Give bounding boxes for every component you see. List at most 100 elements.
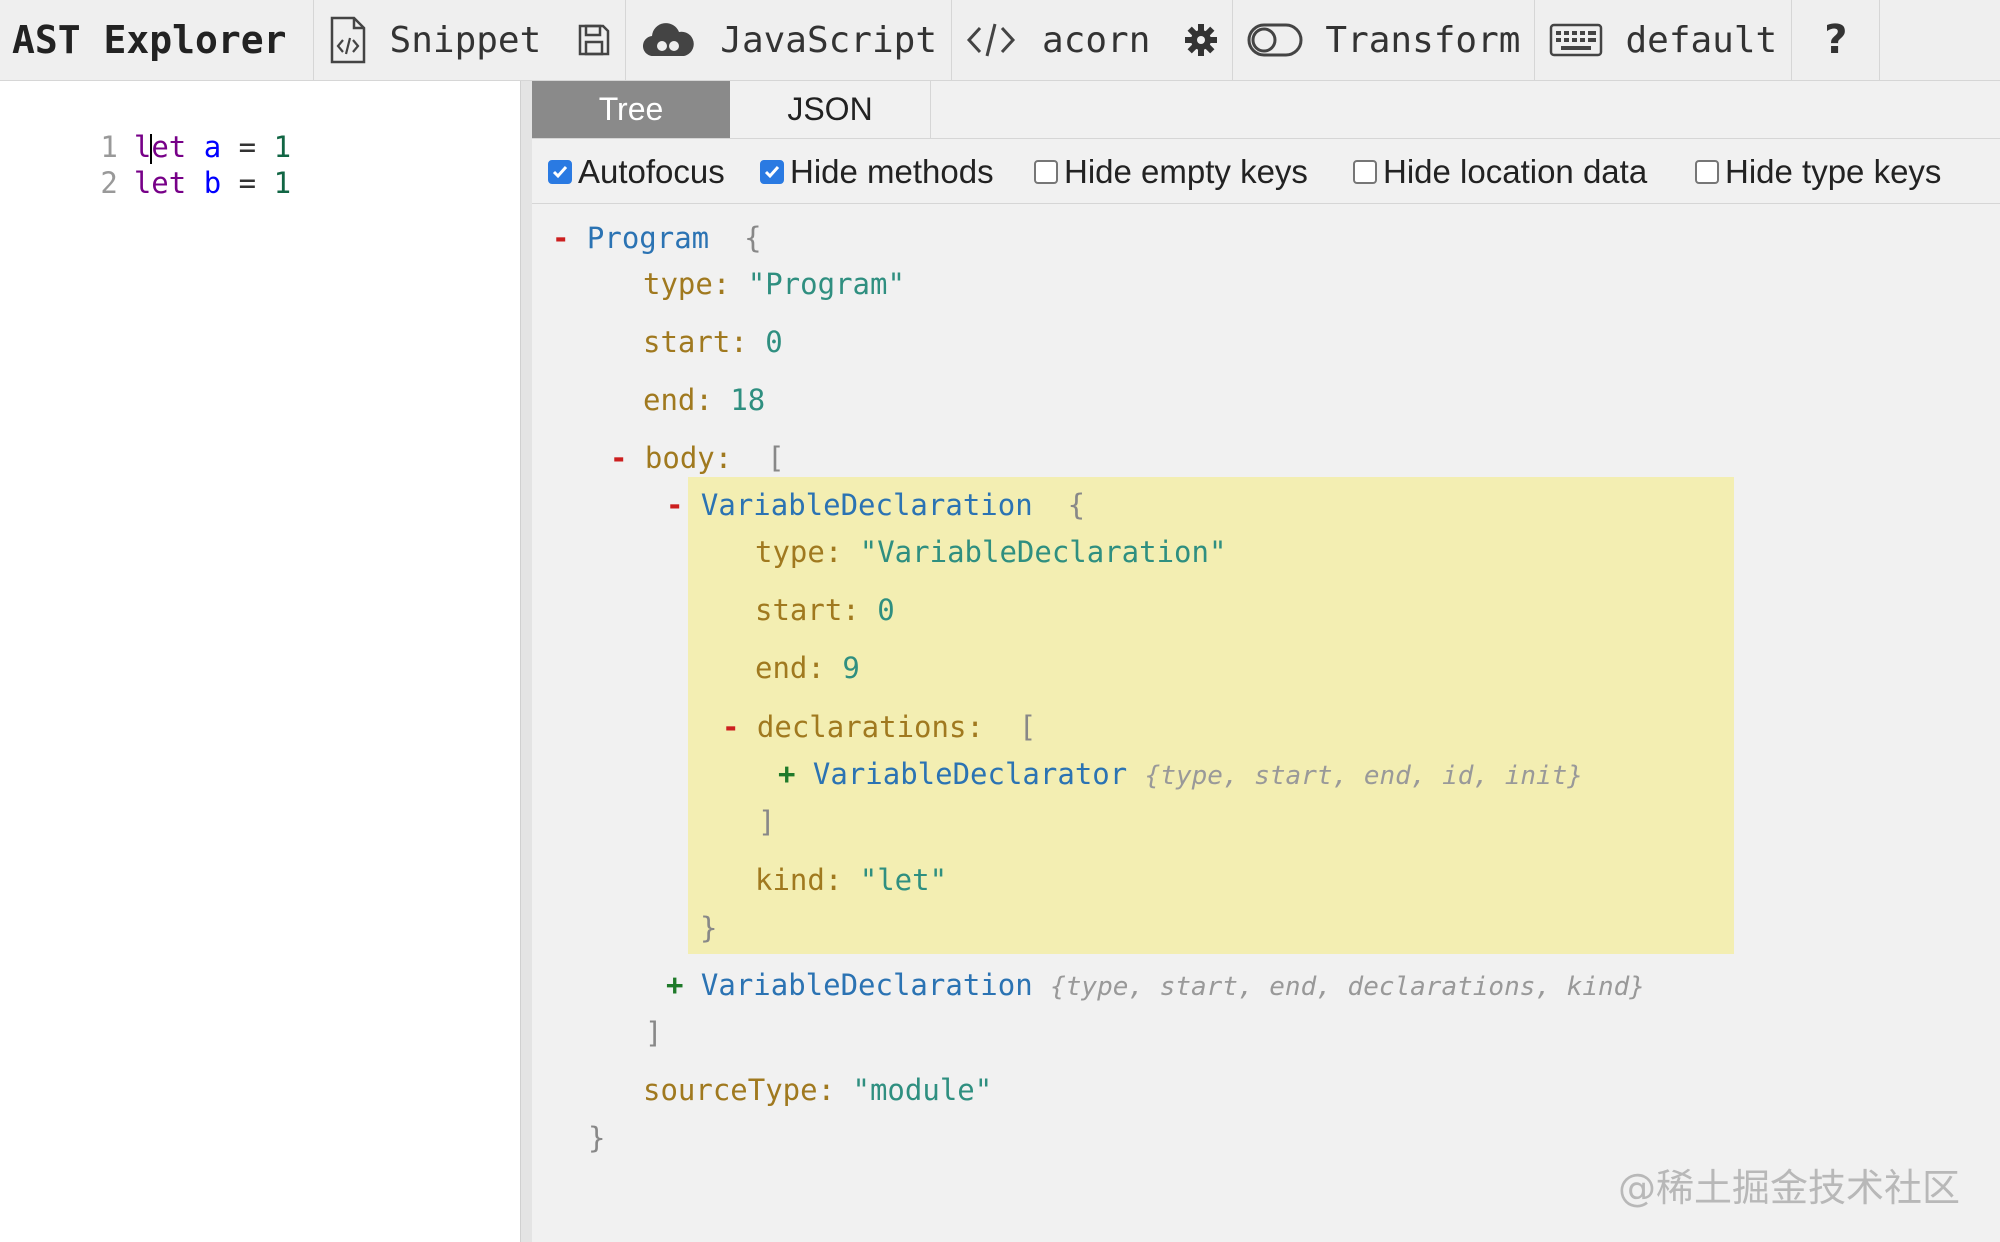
keymap-button[interactable]: default	[1535, 0, 1793, 80]
bracket: ]	[645, 1016, 663, 1050]
tree-prop-type: type: "VariableDeclaration"	[755, 532, 1226, 572]
language-label: JavaScript	[720, 19, 938, 61]
line-number: 2	[100, 166, 118, 200]
snippet-button[interactable]: Snippet	[314, 0, 627, 80]
snippet-label: Snippet	[389, 19, 542, 61]
tree-prop-body[interactable]: - body: [	[610, 438, 785, 478]
tree-node-variable-declarator[interactable]: + VariableDeclarator {type, start, end, …	[778, 754, 1583, 796]
tab-json[interactable]: JSON	[730, 81, 931, 138]
prop-value: "Program"	[747, 267, 905, 301]
node-name: VariableDeclaration	[700, 968, 1033, 1002]
cloud-icon	[640, 20, 696, 60]
prop-key: type:	[755, 535, 860, 569]
identifier: b	[203, 166, 222, 200]
option-hide-location-data[interactable]: Hide location data	[1353, 153, 1647, 191]
prop-value: 0	[765, 325, 783, 359]
prop-key: start:	[755, 593, 878, 627]
tree-prop-declarations[interactable]: - declarations: [	[722, 707, 1036, 747]
app-title: AST Explorer	[0, 0, 314, 80]
checkbox-checked-icon[interactable]	[548, 160, 572, 184]
bracket-close: ]	[758, 802, 775, 842]
prop-key: end:	[643, 383, 731, 417]
option-hide-type-keys[interactable]: Hide type keys	[1695, 153, 1941, 191]
tree-node-variable-declaration-collapsed[interactable]: + VariableDeclaration {type, start, end,…	[666, 965, 1645, 1007]
option-label: Hide methods	[790, 153, 994, 190]
expand-icon[interactable]: +	[778, 757, 813, 791]
tree-node-program[interactable]: - Program {	[552, 218, 762, 258]
node-name: VariableDeclarator	[812, 757, 1128, 791]
brace-close: }	[588, 1118, 605, 1158]
language-button[interactable]: JavaScript	[626, 0, 953, 80]
prop-key: declarations:	[756, 710, 984, 744]
keyboard-icon	[1549, 23, 1603, 57]
code-file-icon	[328, 16, 368, 64]
bracket: [	[1018, 710, 1037, 744]
tree-node-variable-declaration[interactable]: - VariableDeclaration {	[666, 485, 1085, 525]
prop-value: "let"	[859, 863, 948, 897]
brace: }	[700, 911, 718, 945]
bracket: ]	[758, 805, 776, 839]
prop-key: end:	[755, 651, 843, 685]
brace: }	[588, 1121, 606, 1155]
help-button[interactable]: ?	[1792, 0, 1881, 80]
tree-prop-start: start: 0	[755, 590, 895, 630]
prop-value: 18	[730, 383, 766, 417]
prop-value: "module"	[852, 1073, 993, 1107]
operator: =	[238, 166, 257, 200]
tree-prop-end: end: 18	[643, 380, 765, 420]
prop-key: sourceType:	[643, 1073, 853, 1107]
prop-value: 0	[877, 593, 895, 627]
gear-icon[interactable]	[1184, 23, 1218, 57]
prop-value: 9	[842, 651, 860, 685]
option-autofocus[interactable]: Autofocus	[548, 153, 725, 191]
keyword: let	[133, 166, 187, 200]
prop-key: type:	[643, 267, 748, 301]
checkbox-unchecked-icon[interactable]	[1034, 160, 1058, 184]
node-summary: {type, start, end, declarations, kind}	[1050, 972, 1645, 1002]
bracket: [	[767, 441, 785, 475]
node-name: Program	[586, 221, 710, 255]
option-label: Hide type keys	[1725, 153, 1942, 190]
expand-icon[interactable]: +	[666, 968, 701, 1002]
transform-button[interactable]: Transform	[1233, 0, 1536, 80]
code-brackets-icon	[966, 22, 1016, 58]
node-name: VariableDeclaration	[700, 488, 1033, 522]
parser-button[interactable]: acorn	[952, 0, 1234, 80]
node-summary: {type, start, end, id, init}	[1144, 761, 1583, 791]
tree-prop-end: end: 9	[755, 648, 860, 688]
prop-value: "VariableDeclaration"	[859, 535, 1227, 569]
brace: {	[744, 221, 762, 255]
output-tabs: Tree JSON	[532, 81, 2000, 139]
tree-prop-source-type: sourceType: "module"	[643, 1070, 992, 1110]
bracket-close: ]	[645, 1013, 662, 1053]
code-editor[interactable]: 1 let a = 1 2 let b = 1	[0, 81, 520, 1242]
parser-label: acorn	[1042, 19, 1151, 61]
editor-line: 2 let b = 1	[0, 129, 291, 200]
option-label: Autofocus	[578, 153, 725, 190]
tree-prop-type: type: "Program"	[643, 264, 905, 304]
tree-prop-start: start: 0	[643, 322, 783, 362]
brace: {	[1067, 488, 1086, 522]
checkbox-unchecked-icon[interactable]	[1695, 160, 1719, 184]
toggle-off-icon	[1247, 23, 1303, 57]
option-label: Hide empty keys	[1064, 153, 1308, 190]
collapse-icon[interactable]: -	[552, 221, 587, 255]
prop-key: body:	[644, 441, 733, 475]
option-hide-empty-keys[interactable]: Hide empty keys	[1034, 153, 1308, 191]
option-label: Hide location data	[1383, 153, 1648, 190]
checkbox-checked-icon[interactable]	[760, 160, 784, 184]
collapse-icon[interactable]: -	[610, 441, 645, 475]
tab-tree[interactable]: Tree	[532, 81, 730, 138]
number-literal: 1	[273, 166, 292, 200]
prop-key: kind:	[755, 863, 860, 897]
toolbar: AST Explorer Snippet JavaScript acorn Tr…	[0, 0, 2000, 81]
brace-close: }	[700, 908, 717, 948]
save-icon[interactable]	[577, 23, 611, 57]
collapse-icon[interactable]: -	[666, 488, 701, 522]
checkbox-unchecked-icon[interactable]	[1353, 160, 1377, 184]
option-hide-methods[interactable]: Hide methods	[760, 153, 994, 191]
transform-label: Transform	[1325, 19, 1521, 61]
collapse-icon[interactable]: -	[722, 710, 757, 744]
keymap-label: default	[1625, 19, 1778, 61]
editor-line: 1 let a = 1	[0, 93, 291, 164]
